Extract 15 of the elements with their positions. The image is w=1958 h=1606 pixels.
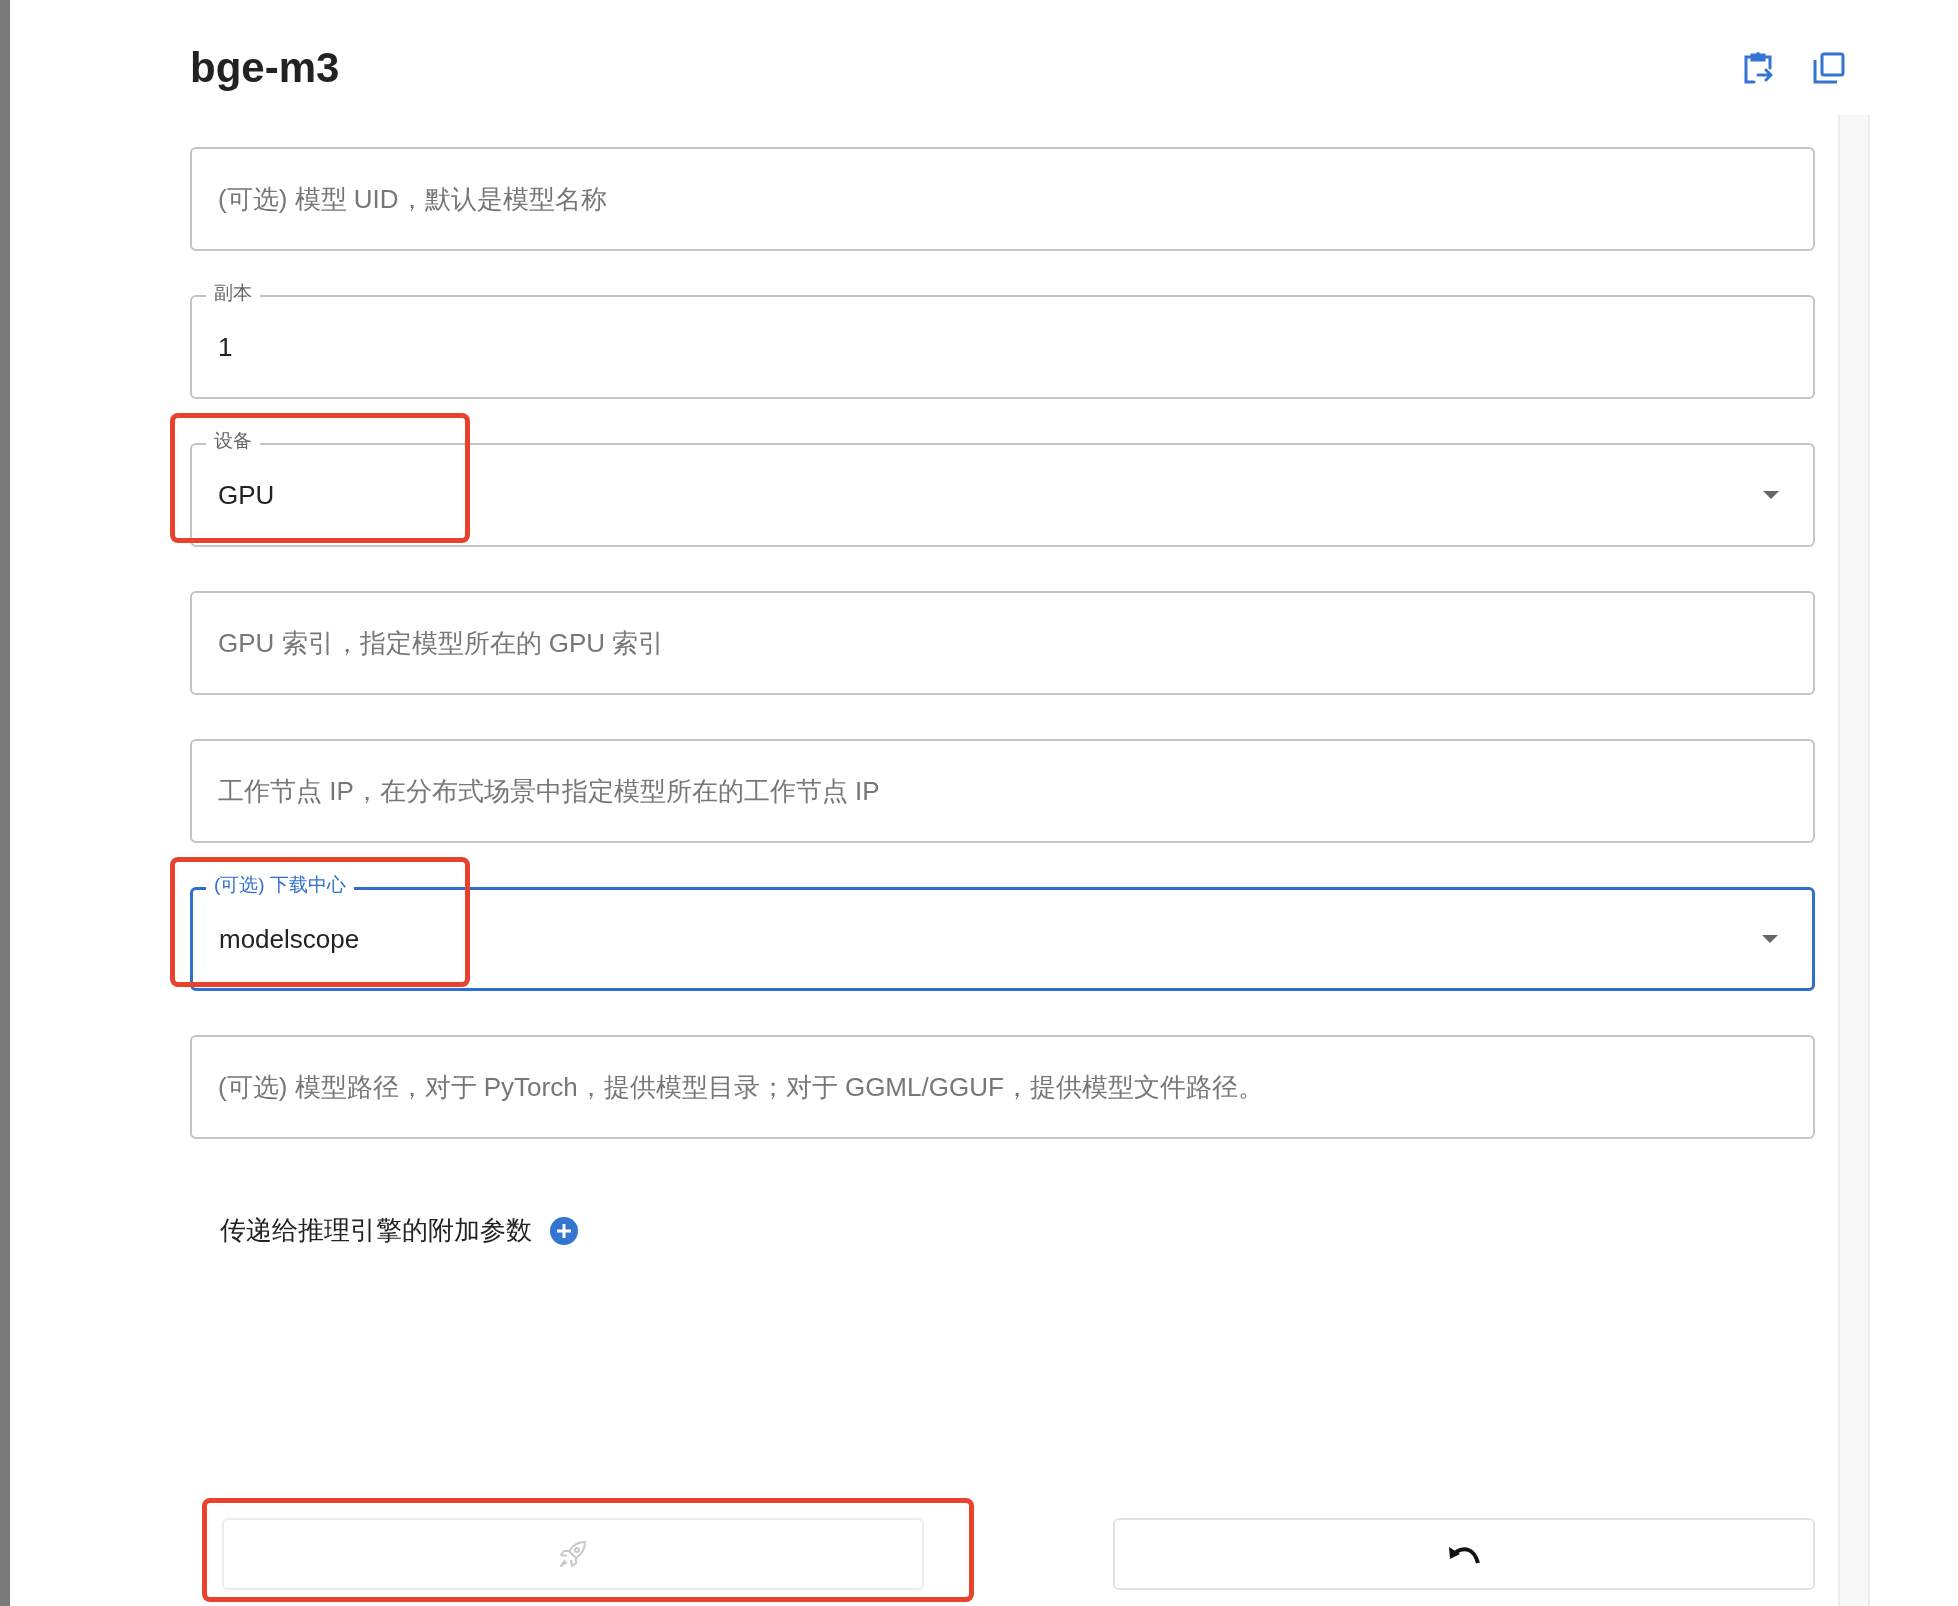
extra-params-label: 传递给推理引擎的附加参数 [220, 1214, 532, 1247]
copy-icon[interactable] [1813, 52, 1845, 84]
field-label: (可选) 下载中心 [206, 874, 354, 897]
text-input-field[interactable]: GPU 索引，指定模型所在的 GPU 索引 [190, 591, 1815, 695]
caret-icon [1763, 491, 1779, 499]
field-label: 设备 [206, 430, 260, 453]
text-input-field[interactable]: (可选) 模型路径，对于 PyTorch，提供模型目录；对于 GGML/GGUF，提供模型文件路径。 [190, 1035, 1815, 1139]
caret-icon [1762, 935, 1778, 943]
model-title: bge-m3 [190, 44, 340, 92]
text-input-field[interactable]: (可选) 模型 UID，默认是模型名称 [190, 147, 1815, 251]
field-label: 副本 [206, 282, 260, 305]
text-input-field[interactable]: 工作节点 IP，在分布式场景中指定模型所在的工作节点 IP [190, 739, 1815, 843]
add-icon[interactable] [550, 1216, 578, 1245]
clipboard-arrow-icon[interactable] [1743, 52, 1773, 84]
rocket-icon [558, 1539, 588, 1569]
